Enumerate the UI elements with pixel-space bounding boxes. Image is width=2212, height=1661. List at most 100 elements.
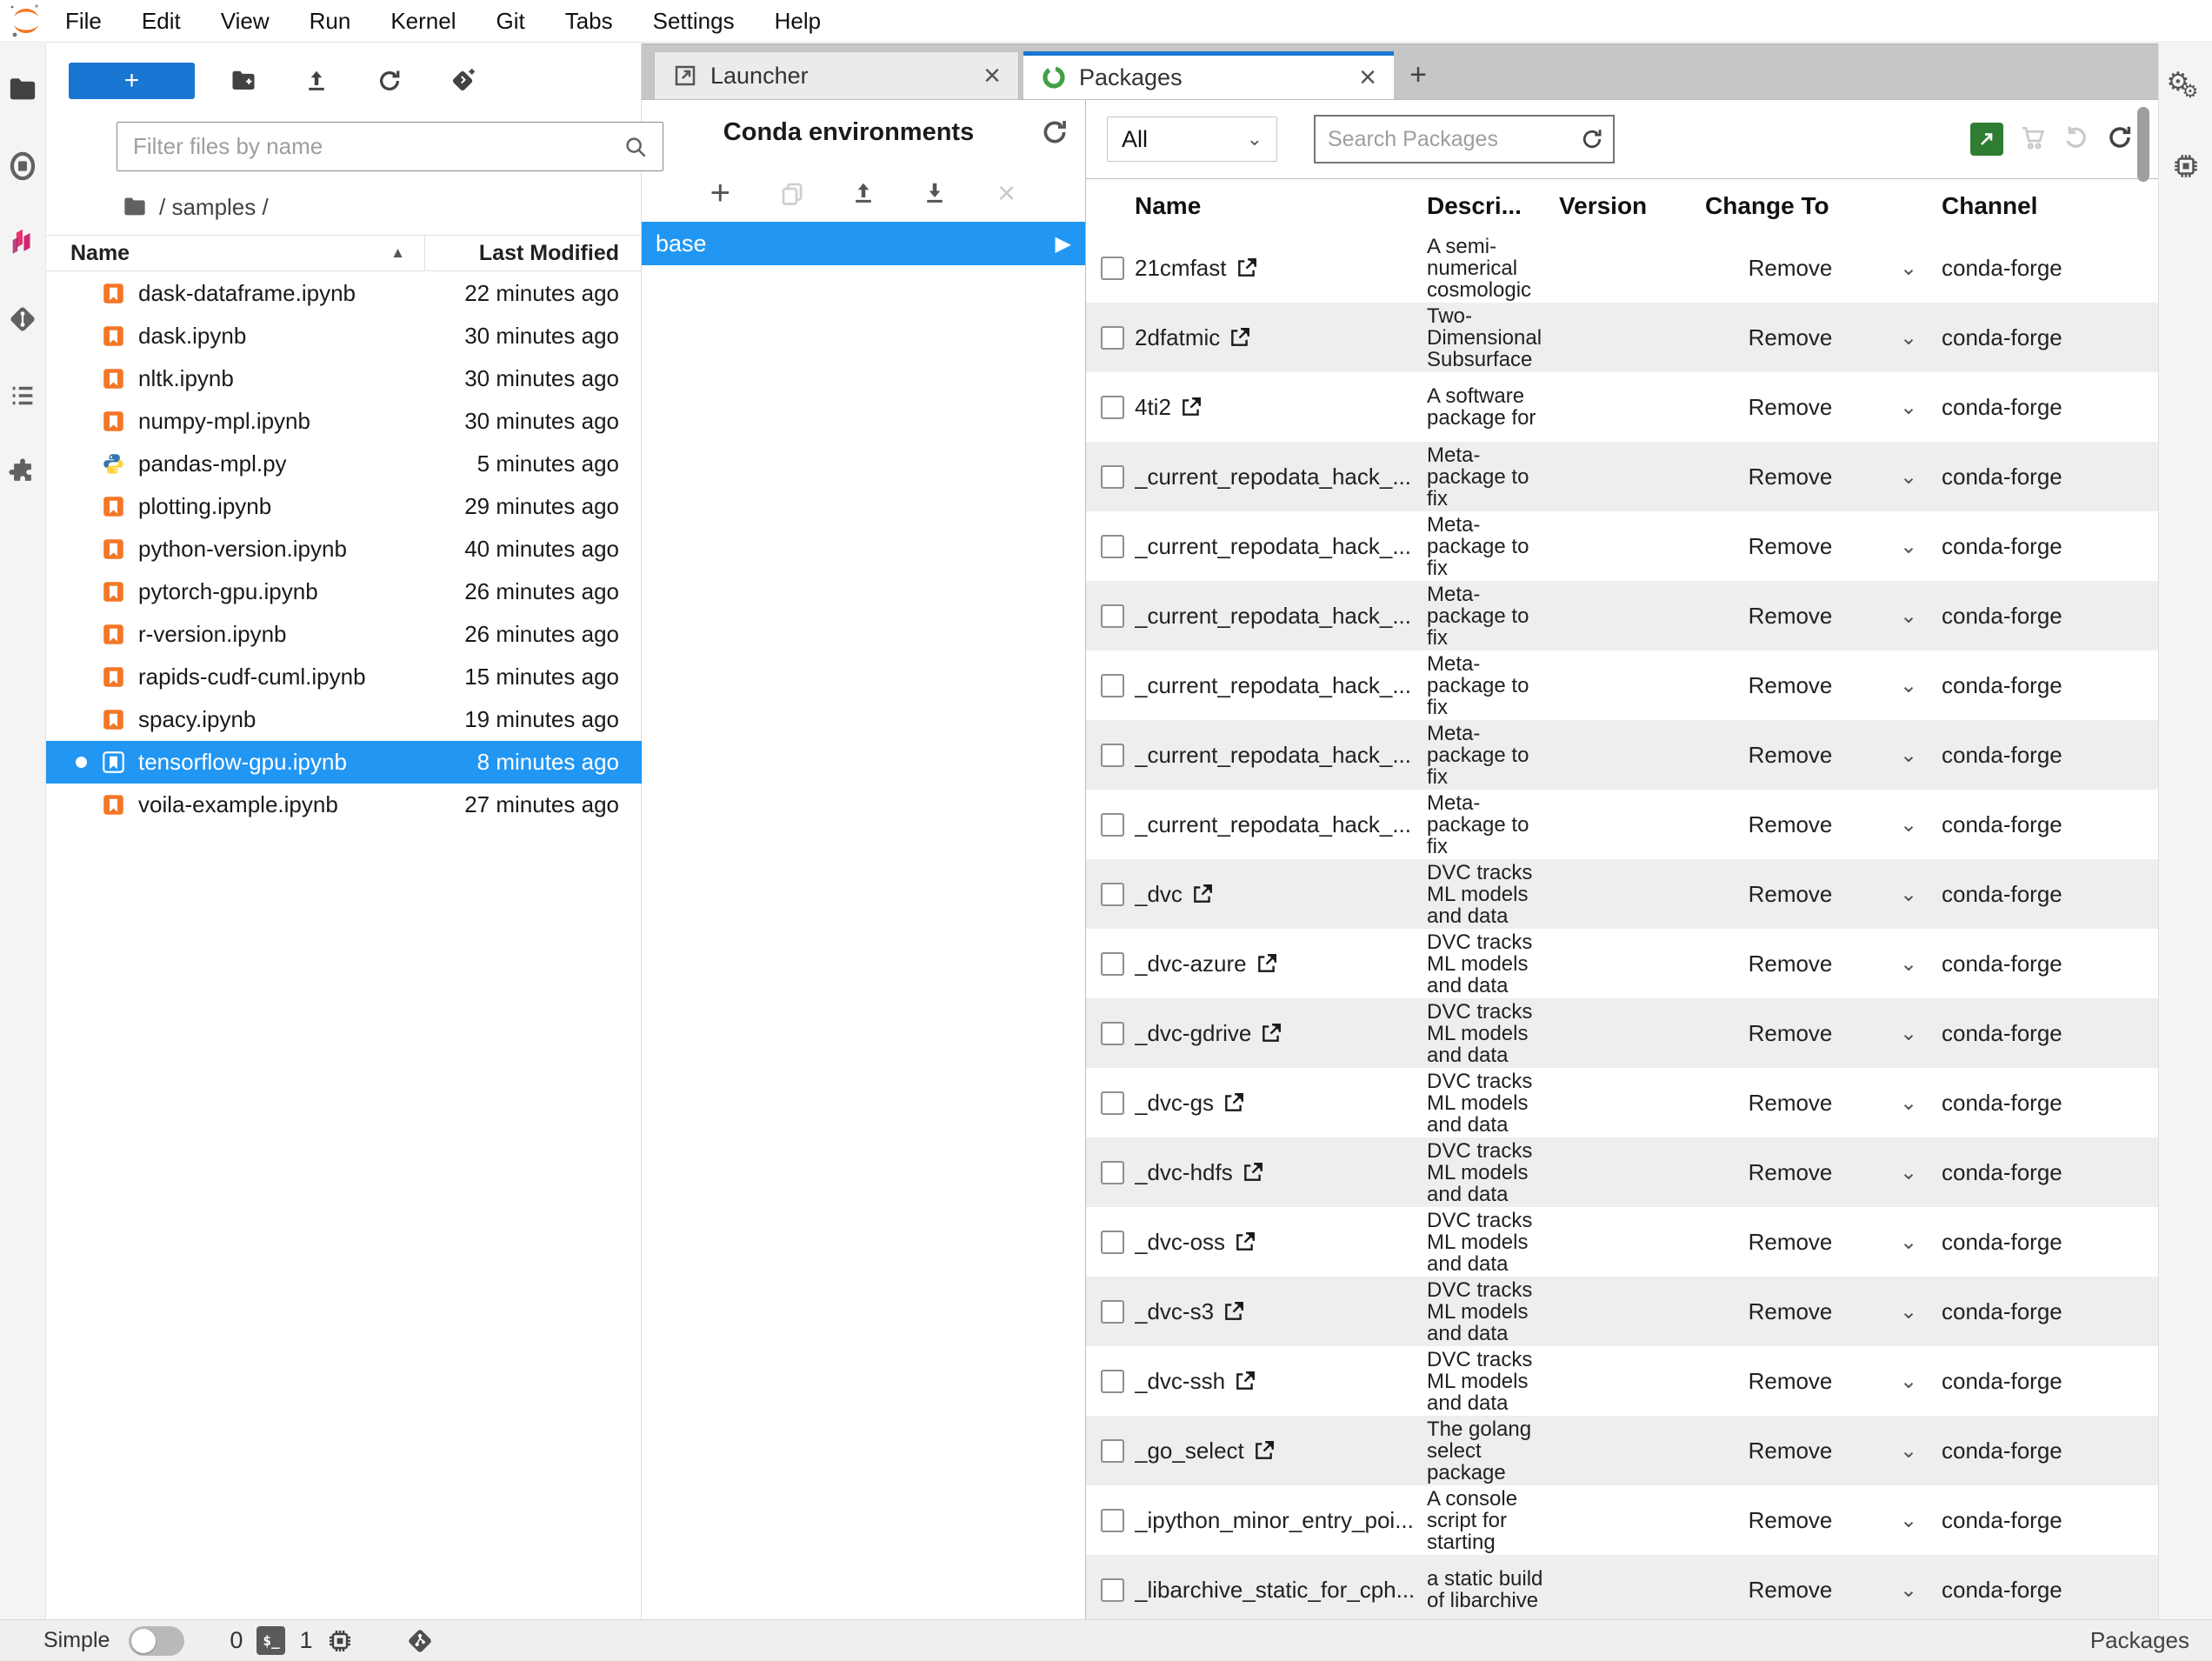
header-version[interactable]: Version	[1559, 192, 1705, 220]
package-checkbox[interactable]	[1101, 535, 1124, 558]
menu-item[interactable]: Settings	[633, 8, 755, 35]
file-row[interactable]: rapids-cudf-cuml.ipynb 15 minutes ago	[46, 656, 642, 698]
external-link-icon[interactable]	[1229, 326, 1251, 349]
package-checkbox[interactable]	[1101, 1578, 1124, 1602]
header-channel[interactable]: Channel	[1942, 192, 2158, 220]
change-to-value[interactable]: Remove	[1705, 951, 1876, 977]
header-change-to[interactable]: Change To	[1705, 192, 1876, 220]
add-tab-button[interactable]: +	[1398, 51, 1438, 99]
system-monitor-icon[interactable]	[2162, 136, 2209, 197]
change-to-chevron-icon[interactable]: ⌄	[1876, 1091, 1942, 1116]
git-sidebar-icon[interactable]	[0, 289, 46, 350]
menu-item[interactable]: Tabs	[545, 8, 633, 35]
package-row[interactable]: _dvc-oss DVC tracks ML models and data R…	[1086, 1207, 2158, 1277]
close-tab-icon[interactable]: ×	[1342, 61, 1376, 95]
file-row[interactable]: nltk.ipynb 30 minutes ago	[46, 357, 642, 400]
change-to-chevron-icon[interactable]: ⌄	[1876, 812, 1942, 837]
delete-environment-button[interactable]: ×	[988, 174, 1026, 212]
external-link-icon[interactable]	[1180, 396, 1203, 418]
simple-mode-toggle[interactable]	[129, 1626, 184, 1656]
package-row[interactable]: _current_repodata_hack_... Meta-package …	[1086, 790, 2158, 859]
package-row[interactable]: _dvc DVC tracks ML models and data Remov…	[1086, 859, 2158, 929]
package-checkbox[interactable]	[1101, 1161, 1124, 1184]
change-to-chevron-icon[interactable]: ⌄	[1876, 673, 1942, 698]
menu-item[interactable]: File	[45, 8, 122, 35]
package-row[interactable]: _libarchive_static_for_cph... a static b…	[1086, 1555, 2158, 1619]
package-checkbox[interactable]	[1101, 744, 1124, 767]
package-row[interactable]: 2dfatmic Two-Dimensional Subsurface Remo…	[1086, 303, 2158, 372]
table-of-contents-icon[interactable]	[0, 365, 46, 426]
package-row[interactable]: _current_repodata_hack_... Meta-package …	[1086, 650, 2158, 720]
change-to-value[interactable]: Remove	[1705, 1090, 1876, 1117]
dask-icon[interactable]	[0, 212, 46, 273]
file-row[interactable]: plotting.ipynb 29 minutes ago	[46, 485, 642, 528]
kernel-chip-icon[interactable]	[326, 1627, 354, 1655]
package-checkbox[interactable]	[1101, 465, 1124, 489]
change-to-value[interactable]: Remove	[1705, 533, 1876, 560]
change-to-chevron-icon[interactable]: ⌄	[1876, 256, 1942, 281]
package-row[interactable]: _dvc-gdrive DVC tracks ML models and dat…	[1086, 998, 2158, 1068]
package-checkbox[interactable]	[1101, 604, 1124, 628]
environment-item-base[interactable]: base ▶	[642, 222, 1085, 265]
external-link-icon[interactable]	[1191, 883, 1214, 905]
file-row[interactable]: voila-example.ipynb 27 minutes ago	[46, 784, 642, 826]
menu-item[interactable]: Git	[476, 8, 544, 35]
package-checkbox[interactable]	[1101, 1022, 1124, 1045]
menu-item[interactable]: Run	[290, 8, 371, 35]
change-to-value[interactable]: Remove	[1705, 255, 1876, 282]
external-link-icon[interactable]	[1253, 1439, 1276, 1462]
package-row[interactable]: _current_repodata_hack_... Meta-package …	[1086, 442, 2158, 511]
external-link-icon[interactable]	[1223, 1091, 1245, 1114]
refresh-files-button[interactable]	[365, 63, 414, 99]
change-to-value[interactable]: Remove	[1705, 1020, 1876, 1047]
change-to-value[interactable]: Remove	[1705, 1438, 1876, 1464]
menu-item[interactable]: Kernel	[370, 8, 476, 35]
external-link-icon[interactable]	[1260, 1022, 1283, 1044]
change-to-value[interactable]: Remove	[1705, 1298, 1876, 1325]
external-link-icon[interactable]	[1256, 952, 1278, 975]
change-to-chevron-icon[interactable]: ⌄	[1876, 395, 1942, 420]
menu-item[interactable]: Help	[755, 8, 841, 35]
change-to-chevron-icon[interactable]: ⌄	[1876, 464, 1942, 490]
package-row[interactable]: _dvc-azure DVC tracks ML models and data…	[1086, 929, 2158, 998]
package-row[interactable]: 21cmfast A semi-numerical cosmologic Rem…	[1086, 233, 2158, 303]
package-checkbox[interactable]	[1101, 883, 1124, 906]
change-to-value[interactable]: Remove	[1705, 811, 1876, 838]
package-checkbox[interactable]	[1101, 952, 1124, 976]
change-to-chevron-icon[interactable]: ⌄	[1876, 1230, 1942, 1255]
change-to-chevron-icon[interactable]: ⌄	[1876, 325, 1942, 350]
package-row[interactable]: _dvc-ssh DVC tracks ML models and data R…	[1086, 1346, 2158, 1416]
file-row[interactable]: r-version.ipynb 26 minutes ago	[46, 613, 642, 656]
package-checkbox[interactable]	[1101, 1439, 1124, 1463]
package-row[interactable]: 4ti2 A software package for Remove ⌄ con…	[1086, 372, 2158, 442]
tab-packages[interactable]: Packages ×	[1023, 51, 1394, 99]
package-type-select[interactable]: All ⌄	[1107, 117, 1277, 162]
change-to-chevron-icon[interactable]: ⌄	[1876, 1369, 1942, 1394]
package-row[interactable]: _current_repodata_hack_... Meta-package …	[1086, 581, 2158, 650]
package-checkbox[interactable]	[1101, 326, 1124, 350]
running-sessions-icon[interactable]	[0, 136, 46, 197]
tab-launcher[interactable]: Launcher ×	[654, 51, 1019, 99]
upload-button[interactable]	[292, 63, 341, 99]
change-to-value[interactable]: Remove	[1705, 324, 1876, 351]
package-checkbox[interactable]	[1101, 1091, 1124, 1115]
header-name[interactable]: Name	[1135, 192, 1427, 220]
external-link-icon[interactable]	[1234, 1231, 1256, 1253]
new-folder-button[interactable]	[219, 63, 268, 99]
external-link-icon[interactable]	[1242, 1161, 1264, 1184]
package-search-input[interactable]	[1316, 127, 1580, 152]
package-row[interactable]: _ipython_minor_entry_poi... A console sc…	[1086, 1485, 2158, 1555]
package-row[interactable]: _current_repodata_hack_... Meta-package …	[1086, 720, 2158, 790]
terminal-icon[interactable]: $_	[257, 1626, 285, 1655]
change-to-value[interactable]: Remove	[1705, 1577, 1876, 1604]
clone-environment-button[interactable]	[773, 174, 811, 212]
header-description[interactable]: Descri...	[1427, 192, 1559, 220]
change-to-chevron-icon[interactable]: ⌄	[1876, 1299, 1942, 1324]
git-init-button[interactable]	[438, 63, 487, 99]
package-checkbox[interactable]	[1101, 1509, 1124, 1532]
menu-item[interactable]: View	[201, 8, 290, 35]
property-inspector-icon[interactable]: ⚙⚙	[2162, 59, 2209, 120]
change-to-chevron-icon[interactable]: ⌄	[1876, 1438, 1942, 1464]
file-row[interactable]: numpy-mpl.ipynb 30 minutes ago	[46, 400, 642, 443]
package-row[interactable]: _dvc-gs DVC tracks ML models and data Re…	[1086, 1068, 2158, 1137]
